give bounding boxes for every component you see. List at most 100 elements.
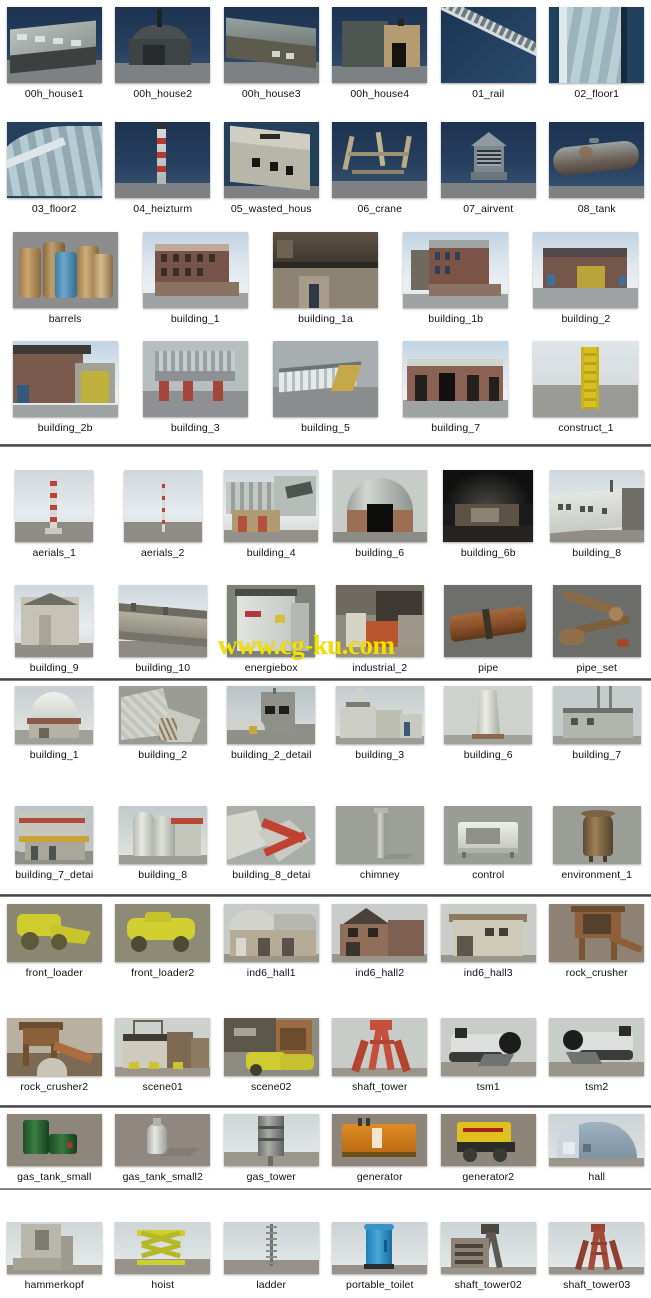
thumb-cell[interactable]: 00h_house2 bbox=[109, 7, 218, 100]
thumb-cell[interactable]: 08_tank bbox=[543, 122, 651, 215]
thumbnail-image[interactable] bbox=[403, 341, 509, 417]
thumb-cell[interactable]: building_2 bbox=[521, 232, 651, 325]
thumbnail-image[interactable] bbox=[223, 1018, 319, 1076]
thumbnail-image[interactable] bbox=[115, 1114, 211, 1166]
thumb-cell[interactable]: building_7_detai bbox=[0, 806, 109, 881]
thumbnail-image[interactable] bbox=[6, 1018, 102, 1076]
thumb-cell[interactable]: 07_airvent bbox=[434, 122, 543, 215]
thumb-cell[interactable]: ladder bbox=[217, 1222, 326, 1291]
thumb-cell[interactable]: building_1 bbox=[0, 686, 109, 761]
thumbnail-image[interactable] bbox=[549, 1114, 645, 1166]
thumb-cell[interactable]: rock_crusher2 bbox=[0, 1018, 109, 1093]
thumb-cell[interactable]: building_8_detai bbox=[217, 806, 326, 881]
thumbnail-image[interactable] bbox=[444, 686, 533, 744]
thumb-cell[interactable]: pipe_set bbox=[543, 585, 651, 674]
thumbnail-image[interactable] bbox=[123, 470, 202, 542]
thumb-cell[interactable]: 01_rail bbox=[434, 7, 543, 100]
thumb-cell[interactable]: front_loader bbox=[0, 904, 109, 979]
thumbnail-image[interactable] bbox=[6, 122, 102, 198]
thumbnail-image[interactable] bbox=[118, 806, 207, 864]
thumb-cell[interactable]: building_1 bbox=[130, 232, 260, 325]
thumbnail-image[interactable] bbox=[223, 7, 319, 83]
thumbnail-image[interactable] bbox=[552, 585, 641, 657]
thumbnail-image[interactable] bbox=[549, 122, 645, 198]
thumb-cell[interactable]: building_8 bbox=[109, 806, 218, 881]
thumb-cell[interactable]: building_9 bbox=[0, 585, 109, 674]
thumbnail-image[interactable] bbox=[115, 122, 211, 198]
thumbnail-image[interactable] bbox=[115, 904, 211, 962]
thumb-cell[interactable]: tsm1 bbox=[434, 1018, 543, 1093]
thumbnail-image[interactable] bbox=[118, 686, 207, 744]
thumbnail-image[interactable] bbox=[12, 232, 118, 308]
thumb-cell[interactable]: building_1b bbox=[391, 232, 521, 325]
thumb-cell[interactable]: control bbox=[434, 806, 543, 881]
thumb-cell[interactable]: front_loader2 bbox=[109, 904, 218, 979]
thumbnail-image[interactable] bbox=[533, 341, 639, 417]
thumbnail-image[interactable] bbox=[273, 341, 378, 417]
thumbnail-image[interactable] bbox=[142, 341, 248, 417]
thumbnail-image[interactable] bbox=[142, 232, 248, 308]
thumbnail-image[interactable] bbox=[440, 1018, 536, 1076]
thumb-cell[interactable]: shaft_tower03 bbox=[543, 1222, 651, 1291]
thumbnail-image[interactable] bbox=[273, 232, 378, 308]
thumbnail-image[interactable] bbox=[549, 7, 645, 83]
thumbnail-image[interactable] bbox=[552, 806, 641, 864]
thumbnail-image[interactable] bbox=[332, 1018, 428, 1076]
thumbnail-image[interactable] bbox=[15, 686, 94, 744]
thumbnail-image[interactable] bbox=[223, 1222, 319, 1274]
thumbnail-image[interactable] bbox=[440, 1222, 536, 1274]
thumbnail-image[interactable] bbox=[15, 470, 94, 542]
thumb-cell[interactable]: shaft_tower02 bbox=[434, 1222, 543, 1291]
thumb-cell[interactable]: shaft_tower bbox=[326, 1018, 435, 1093]
thumb-cell[interactable]: industrial_2 bbox=[326, 585, 435, 674]
thumb-cell[interactable]: barrels bbox=[0, 232, 130, 325]
thumb-cell[interactable]: building_7 bbox=[543, 686, 651, 761]
thumb-cell[interactable]: building_1a bbox=[260, 232, 390, 325]
thumbnail-image[interactable] bbox=[332, 1222, 428, 1274]
thumb-cell[interactable]: aerials_1 bbox=[0, 470, 109, 559]
thumbnail-image[interactable] bbox=[444, 585, 533, 657]
thumb-cell[interactable]: building_6 bbox=[434, 686, 543, 761]
thumb-cell[interactable]: gas_tower bbox=[217, 1114, 326, 1183]
thumb-cell[interactable]: building_2b bbox=[0, 341, 130, 434]
thumbnail-image[interactable] bbox=[332, 7, 428, 83]
thumb-cell[interactable]: building_6b bbox=[434, 470, 543, 559]
thumbnail-image[interactable] bbox=[332, 122, 428, 198]
thumb-cell[interactable]: 00h_house4 bbox=[326, 7, 435, 100]
thumbnail-image[interactable] bbox=[15, 806, 94, 864]
thumbnail-image[interactable] bbox=[533, 232, 639, 308]
thumb-cell[interactable]: tsm2 bbox=[543, 1018, 651, 1093]
thumb-cell[interactable]: building_2 bbox=[109, 686, 218, 761]
thumbnail-image[interactable] bbox=[223, 904, 319, 962]
thumb-cell[interactable]: 00h_house3 bbox=[217, 7, 326, 100]
thumb-cell[interactable]: building_3 bbox=[130, 341, 260, 434]
thumbnail-image[interactable] bbox=[6, 7, 102, 83]
thumb-cell[interactable]: hall bbox=[543, 1114, 651, 1183]
thumb-cell[interactable]: hammerkopf bbox=[0, 1222, 109, 1291]
thumbnail-image[interactable] bbox=[335, 806, 424, 864]
thumbnail-image[interactable] bbox=[227, 806, 316, 864]
thumb-cell[interactable]: rock_crusher bbox=[543, 904, 651, 979]
thumbnail-image[interactable] bbox=[224, 470, 319, 542]
thumbnail-image[interactable] bbox=[440, 122, 536, 198]
thumbnail-image[interactable] bbox=[6, 904, 102, 962]
thumb-cell[interactable]: building_8 bbox=[543, 470, 651, 559]
thumb-cell[interactable]: construct_1 bbox=[521, 341, 651, 434]
thumb-cell[interactable]: 02_floor1 bbox=[543, 7, 651, 100]
thumb-cell[interactable]: environment_1 bbox=[543, 806, 651, 881]
thumb-cell[interactable]: building_10 bbox=[109, 585, 218, 674]
thumb-cell[interactable]: 06_crane bbox=[326, 122, 435, 215]
thumb-cell[interactable]: building_6 bbox=[326, 470, 435, 559]
thumbnail-image[interactable] bbox=[549, 1018, 645, 1076]
thumbnail-image[interactable] bbox=[549, 1222, 645, 1274]
thumb-cell[interactable]: chimney bbox=[326, 806, 435, 881]
thumbnail-image[interactable] bbox=[335, 585, 424, 657]
thumb-cell[interactable]: ind6_hall3 bbox=[434, 904, 543, 979]
thumbnail-image[interactable] bbox=[440, 1114, 536, 1166]
thumbnail-image[interactable] bbox=[227, 686, 316, 744]
thumb-cell[interactable]: gas_tank_small bbox=[0, 1114, 109, 1183]
thumb-cell[interactable]: 03_floor2 bbox=[0, 122, 109, 215]
thumbnail-image[interactable] bbox=[403, 232, 509, 308]
thumbnail-image[interactable] bbox=[115, 1222, 211, 1274]
thumb-cell[interactable]: building_2_detail bbox=[217, 686, 326, 761]
